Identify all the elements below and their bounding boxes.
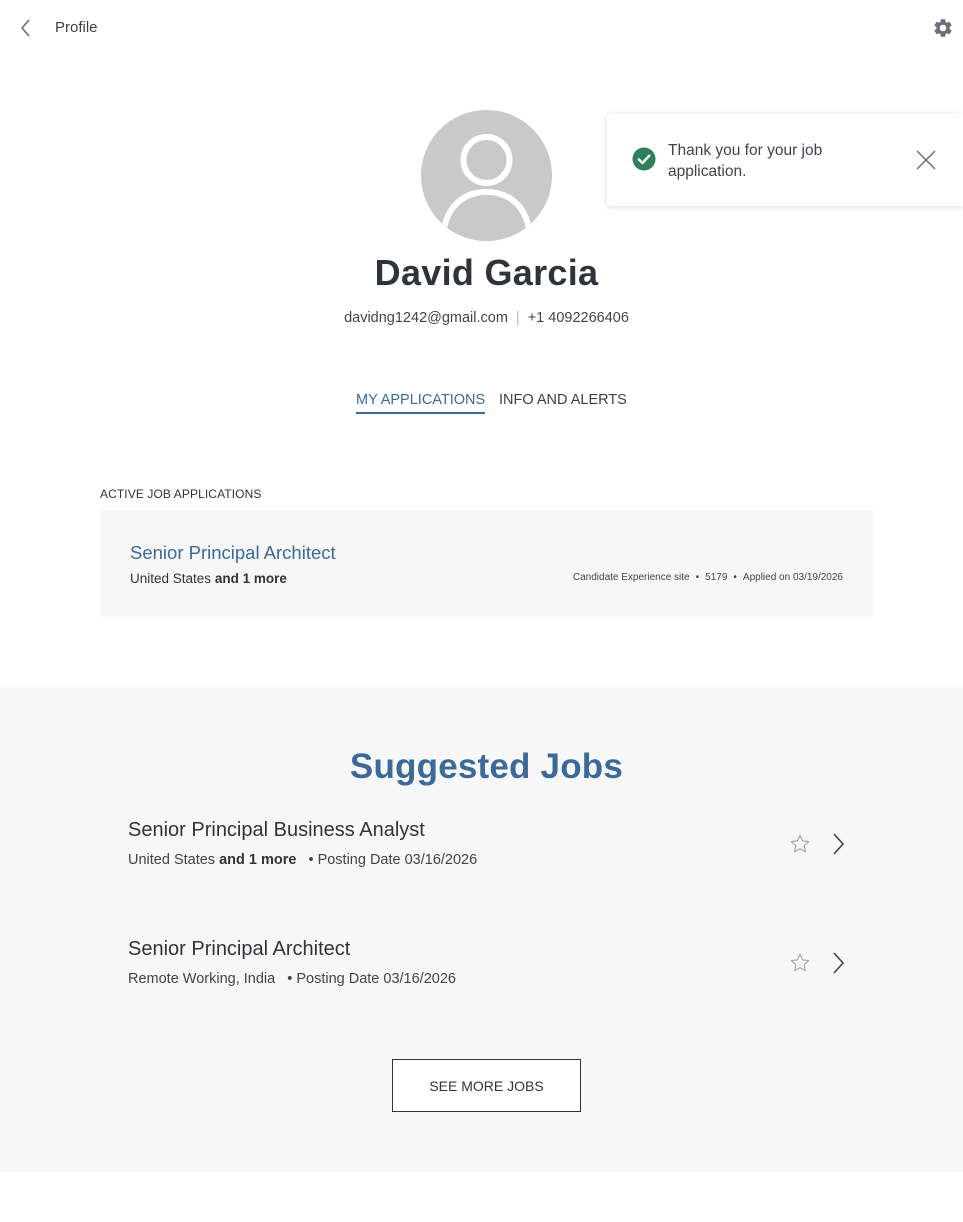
job-title[interactable]: Senior Principal Architect — [128, 938, 350, 961]
page-title: Profile — [55, 19, 98, 36]
application-card[interactable]: Senior Principal Architect United States… — [100, 510, 873, 617]
chevron-left-icon[interactable] — [16, 16, 36, 40]
job-posting-date: Posting Date 03/16/2026 — [296, 971, 456, 987]
meta-bullet: • — [308, 852, 314, 868]
application-site: Candidate Experience site — [572, 572, 690, 583]
application-location-primary: United States — [130, 571, 212, 586]
job-title[interactable]: Senior Principal Business Analyst — [128, 819, 425, 842]
star-icon[interactable] — [789, 833, 811, 855]
meta-bullet: • — [733, 572, 737, 583]
suggested-jobs-title: Suggested Jobs — [349, 747, 624, 786]
profile-page: Profile Thank you for your job applicati… — [0, 0, 963, 1222]
profile-email: davidng1242@gmail.com — [344, 310, 508, 326]
application-date: Applied on 03/19/2026 — [742, 572, 843, 583]
chevron-right-icon[interactable] — [829, 950, 847, 976]
meta-bullet: • — [287, 971, 293, 987]
job-meta: Remote Working, India • Posting Date 03/1… — [128, 971, 456, 987]
job-meta: United States and 1 more • Posting Date 0… — [128, 852, 477, 868]
chevron-right-icon[interactable] — [829, 831, 847, 857]
see-more-jobs-button[interactable]: SEE MORE JOBS — [392, 1059, 581, 1112]
tab-my-applications[interactable]: MY APPLICATIONS — [356, 392, 486, 414]
profile-name: David Garcia — [374, 252, 599, 293]
job-location: United States — [128, 852, 216, 868]
star-icon[interactable] — [789, 952, 811, 974]
profile-phone: +1 4092266406 — [527, 310, 629, 326]
gear-icon[interactable] — [932, 17, 954, 39]
close-icon[interactable] — [915, 149, 937, 171]
job-location: Remote Working, India — [128, 971, 276, 987]
job-posting-date: Posting Date 03/16/2026 — [317, 852, 478, 868]
application-title[interactable]: Senior Principal Architect — [130, 542, 336, 564]
top-bar: Profile — [0, 0, 963, 56]
user-avatar-icon — [421, 110, 552, 241]
suggested-jobs-section: Suggested Jobs Senior Principal Business… — [0, 687, 963, 1172]
contact-info: davidng1242@gmail.com | +1 4092266406 — [0, 310, 963, 326]
check-circle-icon — [632, 147, 656, 171]
application-location: United States and 1 more — [130, 571, 287, 586]
suggested-job-item[interactable]: Senior Principal Architect Remote Workin… — [128, 938, 848, 998]
success-toast: Thank you for your job application. — [607, 114, 963, 206]
meta-bullet: • — [695, 572, 700, 583]
active-applications-heading: ACTIVE JOB APPLICATIONS — [100, 487, 262, 501]
toast-message: Thank you for your job application. — [668, 142, 823, 180]
tab-info-and-alerts[interactable]: INFO AND ALERTS — [499, 392, 627, 408]
contact-separator: | — [515, 310, 520, 326]
application-meta: Candidate Experience site • 5179 • Applied o… — [573, 572, 843, 583]
suggested-job-item[interactable]: Senior Principal Business Analyst United… — [128, 819, 848, 879]
application-location-more: and 1 more — [214, 571, 287, 586]
job-location-more: and 1 more — [219, 852, 297, 868]
application-job-id: 5179 — [705, 572, 728, 583]
